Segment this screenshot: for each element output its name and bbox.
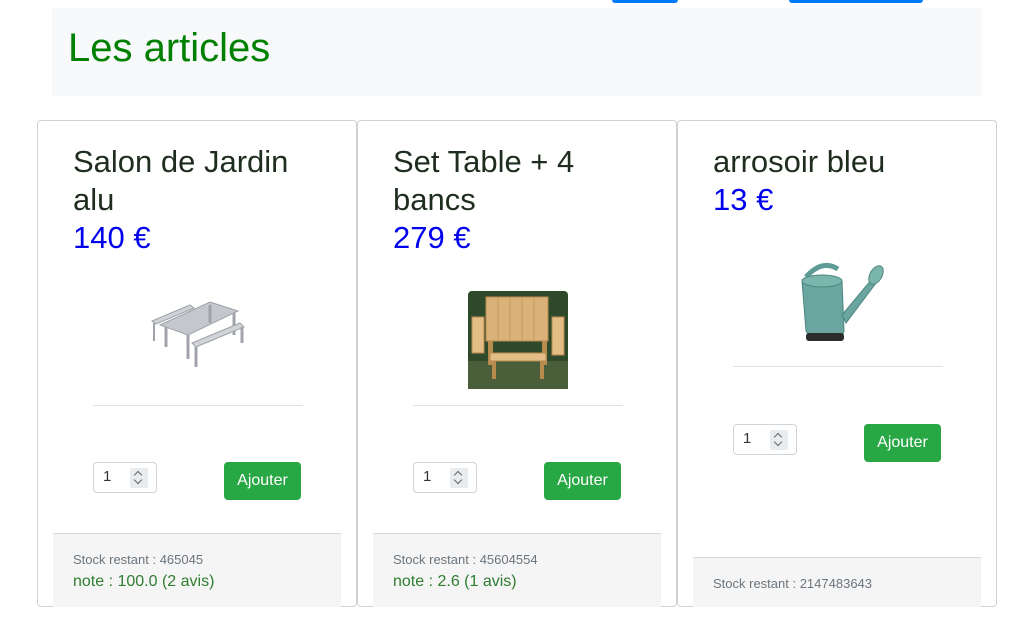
page-header: Les articles xyxy=(52,8,982,96)
add-to-cart-button[interactable]: Ajouter xyxy=(544,462,621,500)
garden-table-image xyxy=(151,301,245,367)
quantity-value: 1 xyxy=(423,468,432,485)
quantity-stepper[interactable] xyxy=(770,430,788,450)
quantity-stepper[interactable] xyxy=(450,468,468,488)
article-name: Set Table + 4 bancs xyxy=(393,144,575,217)
card-footer: Stock restant : 2147483643 xyxy=(693,557,981,607)
article-price: 140 € xyxy=(73,220,151,255)
article-title: Set Table + 4 bancs 279 € xyxy=(393,143,643,257)
quantity-input[interactable]: 1 xyxy=(93,462,157,493)
article-card: Salon de Jardin alu 140 € 1 Ajouter Stoc… xyxy=(37,120,357,607)
article-name: Salon de Jardin alu xyxy=(73,144,289,217)
rating-text: note : 2.6 (1 avis) xyxy=(393,573,517,590)
page-title: Les articles xyxy=(68,26,271,70)
wooden-table-set-image xyxy=(468,291,568,389)
article-card: Set Table + 4 bancs 279 € 1 Ajouter Stoc… xyxy=(357,120,677,607)
divider xyxy=(733,366,943,367)
add-to-cart-button[interactable]: Ajouter xyxy=(224,462,301,500)
article-name: arrosoir bleu xyxy=(713,144,886,179)
quantity-value: 1 xyxy=(743,430,752,447)
quantity-input[interactable]: 1 xyxy=(413,462,477,493)
article-price: 279 € xyxy=(393,220,471,255)
top-nav-button-1[interactable] xyxy=(612,0,678,3)
quantity-value: 1 xyxy=(103,468,112,485)
card-footer: Stock restant : 45604554 note : 2.6 (1 a… xyxy=(373,533,661,607)
stock-text: Stock restant : 465045 xyxy=(73,552,204,567)
quantity-input[interactable]: 1 xyxy=(733,424,797,455)
article-title: arrosoir bleu 13 € xyxy=(713,143,963,219)
top-nav-button-2[interactable] xyxy=(789,0,923,3)
stock-text: Stock restant : 45604554 xyxy=(393,552,538,567)
quantity-stepper[interactable] xyxy=(130,468,148,488)
divider xyxy=(93,405,303,406)
add-to-cart-button[interactable]: Ajouter xyxy=(864,424,941,462)
article-price: 13 € xyxy=(713,182,774,217)
article-card: arrosoir bleu 13 € 1 Ajouter Stock resta… xyxy=(677,120,997,607)
watering-can-image xyxy=(801,262,884,341)
stock-text: Stock restant : 2147483643 xyxy=(713,576,873,591)
article-title: Salon de Jardin alu 140 € xyxy=(73,143,323,257)
divider xyxy=(413,405,623,406)
card-footer: Stock restant : 465045 note : 100.0 (2 a… xyxy=(53,533,341,607)
rating-text: note : 100.0 (2 avis) xyxy=(73,573,215,590)
